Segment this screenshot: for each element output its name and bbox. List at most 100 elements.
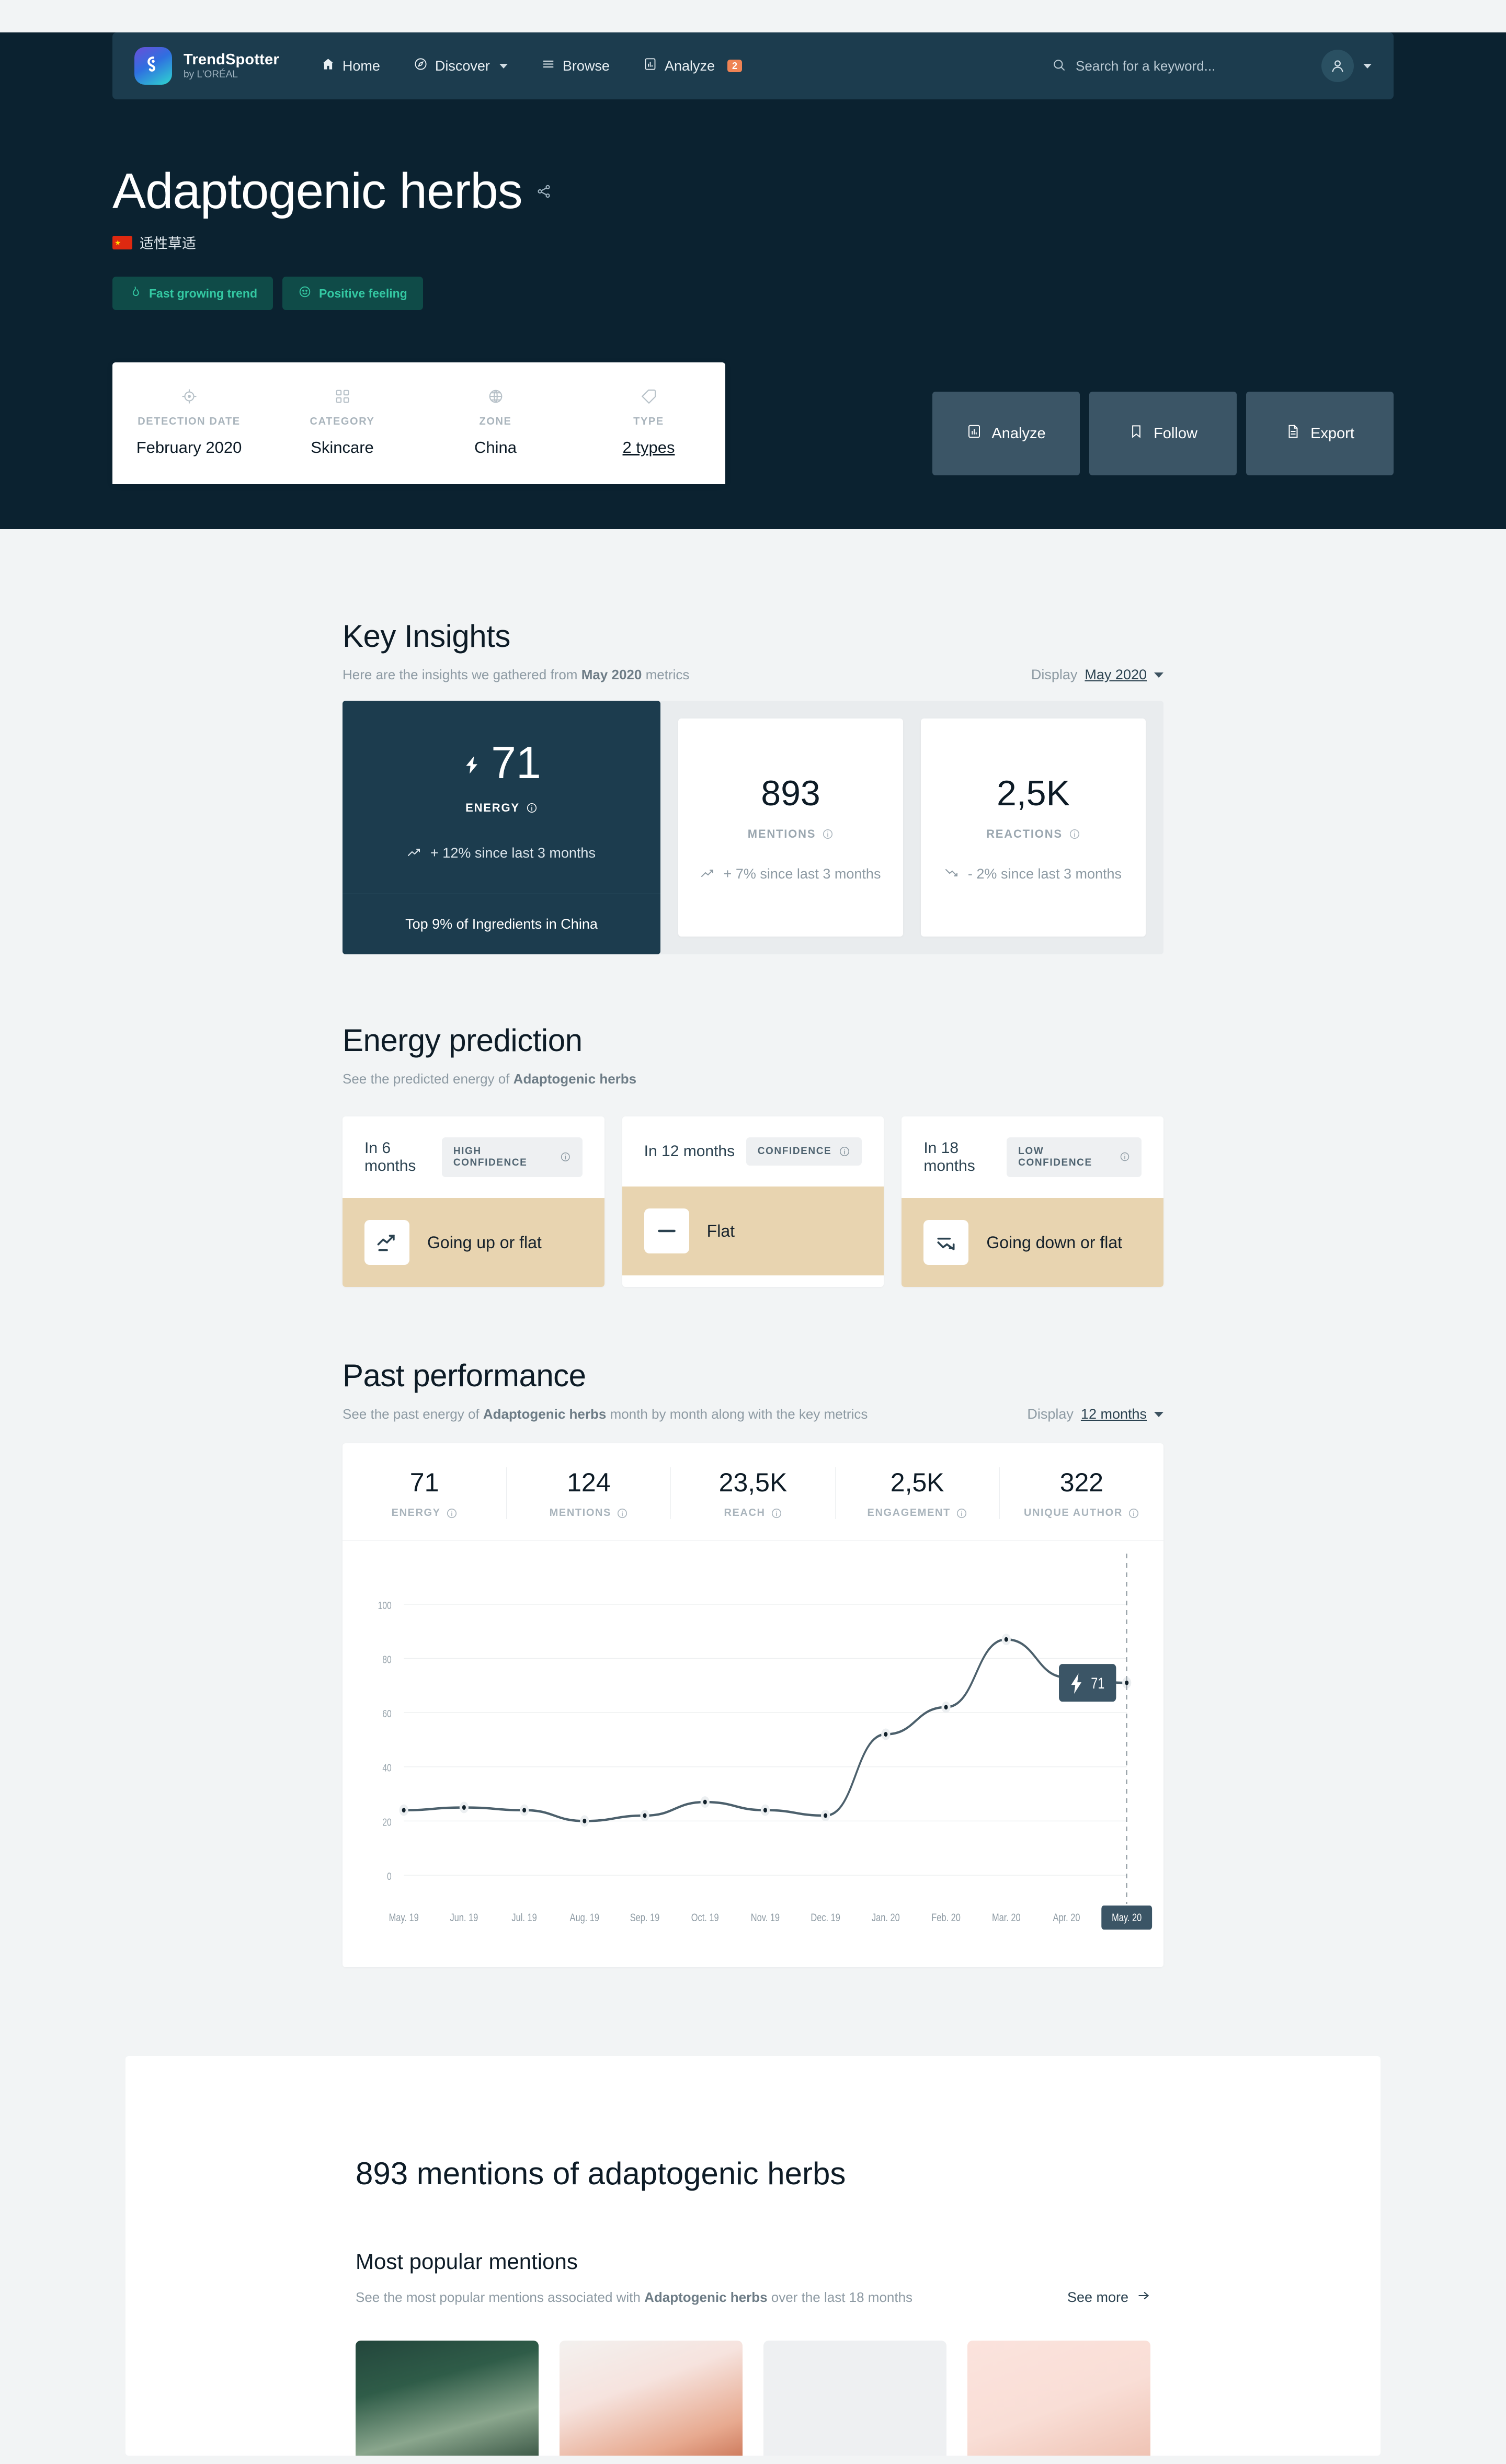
info-icon[interactable] bbox=[617, 1508, 628, 1519]
confidence-badge[interactable]: LOW CONFIDENCE bbox=[1007, 1137, 1142, 1177]
kpi-reactions-delta-wrap: - 2% since last 3 months bbox=[921, 866, 1146, 882]
nav-item-home[interactable]: Home bbox=[321, 57, 380, 75]
data-point[interactable] bbox=[703, 1799, 707, 1805]
analyze-button[interactable]: Analyze bbox=[932, 392, 1080, 475]
y-axis-tick: 0 bbox=[387, 1870, 392, 1882]
info-icon[interactable] bbox=[560, 1151, 571, 1163]
past-performance-section: Past performance See the past energy of … bbox=[343, 1358, 1163, 1967]
metric-value: 23,5K bbox=[718, 1468, 788, 1497]
chart-tooltip-value: 71 bbox=[1091, 1674, 1104, 1692]
nav-right bbox=[1052, 50, 1372, 82]
metric-reach: 23,5K REACH bbox=[671, 1467, 836, 1519]
data-point[interactable] bbox=[884, 1732, 888, 1737]
data-point[interactable] bbox=[763, 1808, 767, 1813]
kpi-energy-value-wrap: 71 bbox=[343, 740, 660, 785]
metric-energy: 71 ENERGY bbox=[343, 1467, 507, 1519]
info-value-type-link[interactable]: 2 types bbox=[572, 438, 725, 457]
energy-line-chart: 0 20 40 60 80 100 71 May. 19 Jun. 19 Jul. 19 Aug. … bbox=[343, 1540, 1163, 1948]
flag-icon-cn: ★ bbox=[112, 235, 132, 249]
kpi-mentions-delta-wrap: + 7% since last 3 months bbox=[678, 866, 903, 882]
nav-item-analyze[interactable]: Analyze 2 bbox=[643, 57, 743, 75]
info-icon[interactable] bbox=[822, 828, 834, 840]
confidence-badge[interactable]: HIGH CONFIDENCE bbox=[441, 1137, 583, 1177]
compass-icon bbox=[414, 57, 428, 75]
prediction-when: In 6 months bbox=[364, 1139, 416, 1174]
nav-item-home-label: Home bbox=[342, 58, 380, 74]
info-icon[interactable] bbox=[1120, 1151, 1130, 1163]
y-axis-tick: 100 bbox=[378, 1600, 392, 1611]
key-insights-header: Key Insights Here are the insights we ga… bbox=[343, 618, 1163, 683]
x-axis-tick: Oct. 19 bbox=[691, 1911, 719, 1923]
tag-icon bbox=[572, 385, 725, 407]
tag-fast-growing-trend[interactable]: Fast growing trend bbox=[112, 277, 273, 310]
mentions-panel: 893 mentions of adaptogenic herbs Most p… bbox=[126, 2056, 1380, 2456]
account-menu[interactable] bbox=[1321, 50, 1372, 82]
display-label: Display bbox=[1031, 667, 1078, 682]
mention-thumb-1[interactable] bbox=[356, 2341, 539, 2456]
data-point[interactable] bbox=[1004, 1637, 1008, 1642]
info-icon[interactable] bbox=[956, 1508, 967, 1519]
top-navbar: TrendSpotter by L'ORÉAL Home Discover Br… bbox=[112, 32, 1394, 99]
display-value: May 2020 bbox=[1085, 667, 1147, 682]
y-axis-tick: 60 bbox=[382, 1708, 391, 1719]
info-icon[interactable] bbox=[839, 1146, 850, 1157]
chart-line bbox=[403, 1638, 1128, 1822]
tag-label: Fast growing trend bbox=[149, 286, 257, 300]
data-point[interactable] bbox=[643, 1813, 647, 1818]
prediction-when: In 18 months bbox=[923, 1139, 975, 1174]
tag-positive-feeling[interactable]: Positive feeling bbox=[282, 277, 423, 310]
prediction-card-18-months: In 18 months LOW CONFIDENCE Going down o… bbox=[902, 1116, 1164, 1287]
analyze-badge: 2 bbox=[727, 60, 743, 72]
chevron-down-icon bbox=[1154, 672, 1163, 678]
see-more-label: See more bbox=[1067, 2289, 1128, 2305]
see-more-link[interactable]: See more bbox=[1067, 2289, 1150, 2306]
x-axis-tick: Aug. 19 bbox=[570, 1911, 600, 1923]
search-input[interactable] bbox=[1076, 58, 1300, 74]
mention-thumb-4[interactable] bbox=[967, 2341, 1150, 2456]
info-icon[interactable] bbox=[446, 1508, 458, 1519]
data-point[interactable] bbox=[462, 1805, 466, 1810]
info-icon[interactable] bbox=[1069, 828, 1080, 840]
past-performance-subtitle: See the past energy of Adaptogenic herbs… bbox=[343, 1406, 868, 1422]
mention-thumb-3[interactable] bbox=[763, 2341, 946, 2456]
info-icon[interactable] bbox=[1128, 1508, 1139, 1519]
key-insights-display-select[interactable]: Display May 2020 bbox=[1031, 667, 1163, 683]
most-popular-mentions-title: Most popular mentions bbox=[356, 2249, 578, 2274]
export-button[interactable]: Export bbox=[1246, 392, 1394, 475]
nav-item-discover[interactable]: Discover bbox=[414, 57, 508, 75]
share-icon[interactable] bbox=[536, 184, 552, 199]
brand-name: TrendSpotter bbox=[184, 51, 279, 68]
info-icon[interactable] bbox=[526, 802, 538, 814]
info-category: CATEGORY Skincare bbox=[266, 385, 419, 484]
chart-tooltip bbox=[1059, 1664, 1116, 1702]
data-point[interactable] bbox=[522, 1808, 527, 1813]
kpi-row: 71 ENERGY + 12% since last 3 months Top … bbox=[343, 701, 1163, 954]
nav-item-browse[interactable]: Browse bbox=[541, 57, 610, 75]
chevron-down-icon bbox=[499, 63, 508, 69]
mentions-title: 893 mentions of adaptogenic herbs bbox=[356, 2156, 846, 2191]
confidence-label: CONFIDENCE bbox=[757, 1146, 832, 1157]
brand[interactable]: TrendSpotter by L'ORÉAL bbox=[134, 47, 279, 85]
data-point[interactable] bbox=[824, 1813, 828, 1818]
follow-button[interactable]: Follow bbox=[1089, 392, 1237, 475]
data-point[interactable] bbox=[944, 1705, 948, 1710]
x-axis-tick: May. 20 bbox=[1112, 1911, 1142, 1923]
info-type: TYPE 2 types bbox=[572, 385, 725, 484]
trend-flat-icon bbox=[644, 1208, 689, 1253]
confidence-badge[interactable]: CONFIDENCE bbox=[746, 1137, 862, 1166]
tag-label: Positive feeling bbox=[319, 286, 407, 300]
metric-value: 124 bbox=[567, 1468, 611, 1497]
metric-label-wrap: MENTIONS bbox=[507, 1507, 670, 1519]
data-point[interactable] bbox=[583, 1818, 587, 1823]
bookmark-icon bbox=[1128, 424, 1144, 443]
energy-prediction-title: Energy prediction bbox=[343, 1023, 583, 1058]
bar-chart-icon bbox=[966, 424, 982, 443]
data-point[interactable] bbox=[402, 1808, 406, 1813]
metric-label: REACH bbox=[724, 1507, 766, 1519]
nav-item-analyze-label: Analyze bbox=[664, 58, 715, 74]
data-point[interactable] bbox=[1125, 1680, 1129, 1685]
info-icon[interactable] bbox=[771, 1508, 782, 1519]
past-performance-display-select[interactable]: Display 12 months bbox=[1027, 1406, 1163, 1422]
mention-thumb-2[interactable] bbox=[560, 2341, 743, 2456]
search-box[interactable] bbox=[1052, 58, 1300, 75]
